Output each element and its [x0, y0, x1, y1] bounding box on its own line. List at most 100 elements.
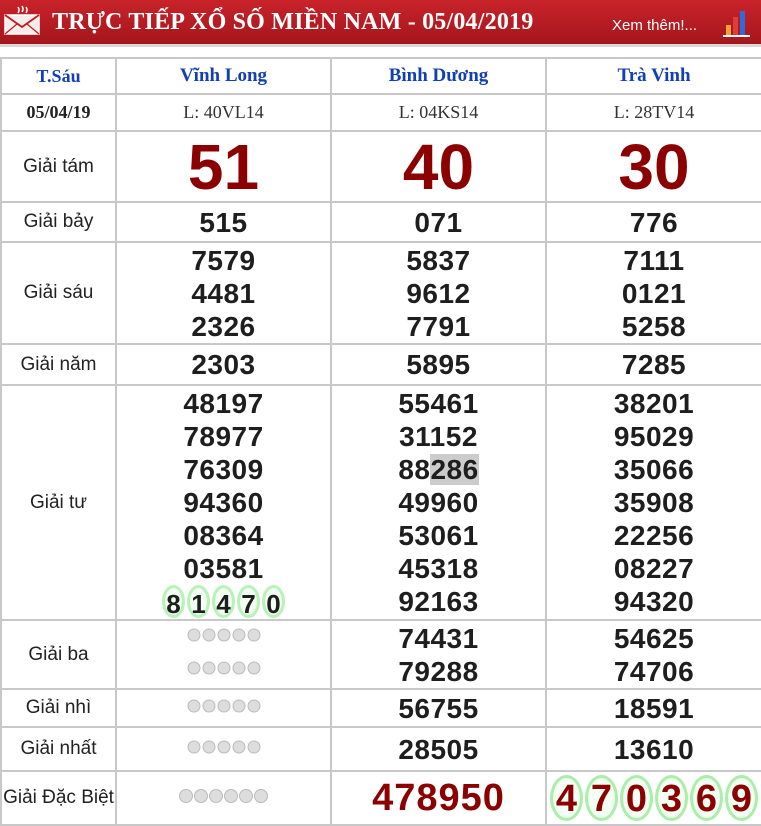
province-header[interactable]: Trà Vinh [545, 57, 761, 95]
province-name: Trà Vinh [617, 65, 691, 86]
prize-row-g7: Giải bảy 515 071 776 [0, 201, 761, 243]
result-cell: 7111 0121 5258 [545, 241, 761, 345]
loading-spinner-icon [187, 661, 260, 674]
result-number: 5837 [406, 244, 471, 276]
spinning-digit: 3 [655, 775, 688, 821]
result-number: 9612 [406, 277, 471, 309]
prize-row-g8: Giải tám 51 40 30 [0, 130, 761, 203]
result-number: 74431 [398, 622, 479, 654]
result-cell: 48197 78977 76309 94360 08364 03581 8 1 … [115, 384, 332, 621]
ticket-code-cell: L: 04KS14 [330, 93, 547, 132]
spinning-digit: 0 [262, 585, 285, 618]
result-number: 53061 [398, 520, 479, 551]
prize-label: Giải tám [23, 155, 94, 177]
prize-label-cell: Giải ba [0, 619, 117, 690]
prize-row-special: Giải Đặc Biệt 478950 4 7 0 3 6 9 [0, 770, 761, 826]
result-number: 071 [414, 206, 463, 238]
result-number: 03581 [183, 553, 264, 584]
result-number: 776 [629, 206, 679, 238]
result-cell: 56755 [330, 688, 547, 728]
result-number: 08364 [183, 520, 264, 551]
result-number: 88286 [333, 453, 544, 486]
spinning-digit: 7 [237, 585, 260, 618]
result-number: 515 [199, 206, 248, 238]
result-number: 13610 [613, 733, 695, 765]
prize-label: Giải năm [20, 353, 97, 375]
result-number: 78977 [183, 421, 264, 452]
result-cell: 5837 9612 7791 [330, 241, 547, 345]
spinning-digit: 4 [550, 775, 583, 821]
number-prefix: 88 [398, 454, 431, 485]
spinning-digit: 4 [212, 585, 235, 618]
result-number: 55461 [398, 388, 479, 419]
result-number: 49960 [398, 487, 479, 518]
result-number: 35908 [613, 487, 695, 518]
result-number: 28505 [398, 733, 479, 765]
prize-label-cell: Giải năm [0, 343, 117, 386]
loading-spinner-icon [187, 740, 260, 753]
result-cell: 7579 4481 2326 [115, 241, 332, 345]
spinning-digit: 1 [187, 585, 210, 618]
result-number: 40 [402, 131, 475, 202]
prize-label-cell: Giải Đặc Biệt [0, 770, 117, 826]
prize-row-g4: Giải tư 48197 78977 76309 94360 08364 03… [0, 384, 761, 621]
prize-label: Giải bảy [23, 211, 94, 233]
draw-date: 05/04/19 [26, 102, 91, 122]
result-number: 5258 [621, 310, 687, 342]
result-cell: 30 [545, 130, 761, 203]
result-number: 2326 [191, 310, 256, 342]
result-number: 30 [618, 131, 690, 202]
result-number: 76309 [183, 454, 264, 485]
result-number: 45318 [398, 553, 479, 584]
ticket-code: L: 40VL14 [183, 102, 264, 122]
prize-label: Giải nhất [20, 738, 97, 760]
province-header[interactable]: Bình Dương [330, 57, 547, 95]
result-number: 5895 [406, 349, 471, 380]
prize-row-g6: Giải sáu 7579 4481 2326 5837 9612 7791 7… [0, 241, 761, 345]
result-cell [115, 770, 332, 826]
result-cell: 18591 [545, 688, 761, 728]
prize-label-cell: Giải tám [0, 130, 117, 203]
result-cell: 478950 [330, 770, 547, 826]
result-number: 7579 [191, 244, 256, 276]
result-number: 92163 [398, 586, 479, 617]
province-header[interactable]: Vĩnh Long [115, 57, 332, 95]
see-more-link[interactable]: Xem thêm!... [612, 17, 697, 34]
date-cell: 05/04/19 [0, 93, 117, 132]
spinning-digit: 6 [690, 775, 723, 821]
result-cell: 071 [330, 201, 547, 243]
result-number: 08227 [613, 553, 695, 584]
result-cell: 51 [115, 130, 332, 203]
result-cell: 28505 [330, 726, 547, 772]
result-number: 2303 [191, 349, 256, 380]
page-title: TRỰC TIẾP XỔ SỐ MIỀN NAM - 05/04/2019 [52, 9, 534, 35]
prize-label: Giải sáu [23, 282, 94, 304]
spinning-digit: 9 [725, 775, 758, 821]
day-cell: T.Sáu [0, 57, 117, 95]
result-cell: 55461 31152 88286 49960 53061 45318 9216… [330, 384, 547, 621]
prize-label: Giải nhì [25, 697, 92, 719]
province-name: Bình Dương [388, 65, 489, 86]
result-number: 18591 [613, 692, 695, 724]
results-table: T.Sáu Vĩnh Long Bình Dương Trà Vinh 05/0… [0, 57, 761, 826]
ticket-code-cell: L: 28TV14 [545, 93, 761, 132]
prize-label-cell: Giải sáu [0, 241, 117, 345]
mail-icon [4, 5, 40, 35]
special-prize-number: 478950 [372, 777, 505, 819]
loading-spinner-icon [178, 788, 268, 803]
spinning-digit: 8 [162, 585, 185, 618]
bar-chart-icon[interactable] [722, 7, 752, 37]
prize-label: Giải ba [28, 643, 89, 665]
ticket-code-row: 05/04/19 L: 40VL14 L: 04KS14 L: 28TV14 [0, 93, 761, 132]
result-number: 48197 [183, 388, 264, 419]
result-cell: 515 [115, 201, 332, 243]
result-number: 7791 [406, 310, 471, 342]
result-cell: 4 7 0 3 6 9 [545, 770, 761, 826]
result-cell: 54625 74706 [545, 619, 761, 690]
ticket-code: L: 28TV14 [613, 102, 695, 122]
result-number: 0121 [621, 277, 687, 309]
page-header: TRỰC TIẾP XỔ SỐ MIỀN NAM - 05/04/2019 Xe… [0, 0, 761, 47]
result-number: 95029 [613, 421, 695, 452]
result-number: 22256 [613, 520, 695, 551]
prize-label-cell: Giải bảy [0, 201, 117, 243]
